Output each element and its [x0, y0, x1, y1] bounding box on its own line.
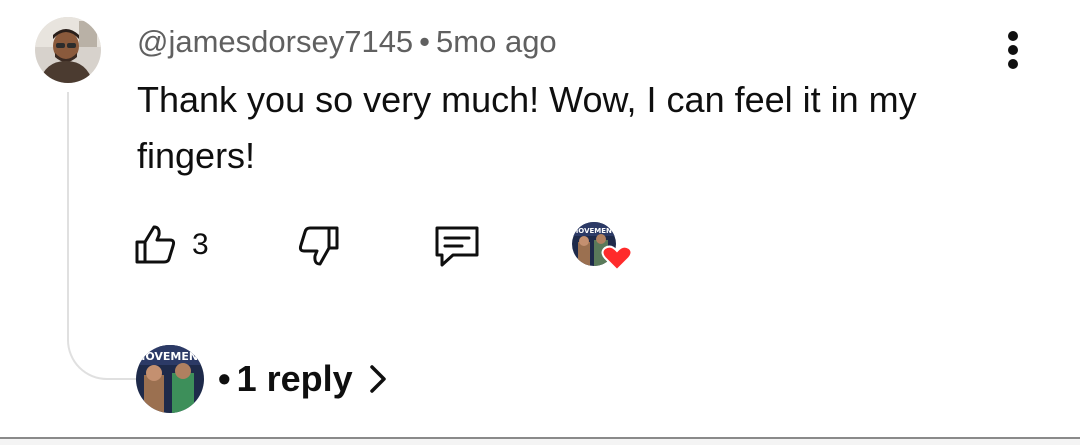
creator-heart-icon: [601, 245, 633, 272]
comment-text: Thank you so very much! Wow, I can feel …: [137, 79, 917, 176]
chevron-right-icon: [369, 365, 386, 393]
thumb-up-icon: [135, 225, 176, 264]
reply-count-text: 1 reply: [236, 358, 353, 399]
thumb-down-icon: [298, 226, 339, 266]
creator-heart-badge: MOVEMENT: [572, 222, 633, 274]
reply-logo-text: MOVEMENT: [136, 350, 204, 363]
reply-bullet: •: [218, 358, 231, 399]
reply-button[interactable]: [431, 222, 483, 270]
comment-time: 5mo ago: [436, 24, 557, 59]
comment-meta: @jamesdorsey7145 • 5mo ago: [137, 22, 557, 62]
reply-count-label: • 1 reply: [218, 357, 353, 401]
reply-creator-avatar: MOVEMENT: [136, 345, 204, 413]
meta-separator: •: [419, 24, 431, 59]
more-vert-icon[interactable]: [995, 30, 1031, 74]
comment-reply-icon: [435, 226, 479, 267]
dislike-button[interactable]: [293, 224, 341, 270]
bottom-divider: [0, 437, 1080, 445]
creator-logo-text: MOVEMENT: [572, 227, 617, 235]
commenter-avatar[interactable]: [35, 17, 101, 83]
thread-connector-line: [67, 92, 137, 380]
like-button[interactable]: [133, 222, 177, 266]
comment-author[interactable]: @jamesdorsey7145: [137, 24, 413, 59]
like-count: 3: [192, 228, 209, 261]
view-replies-button[interactable]: MOVEMENT • 1 reply: [136, 343, 389, 415]
